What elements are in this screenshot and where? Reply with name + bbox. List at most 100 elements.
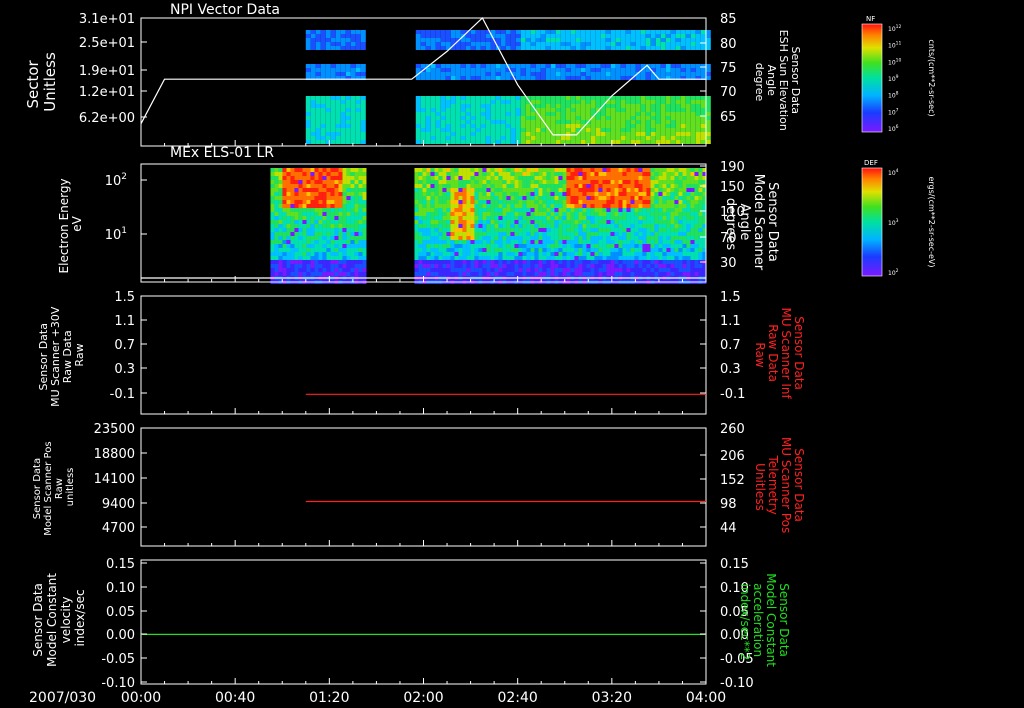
- spectrogram-cell: [610, 240, 615, 244]
- spectrogram-cell: [698, 168, 703, 172]
- spectrogram-cell: [298, 224, 303, 228]
- spectrogram-cell: [554, 200, 559, 204]
- spectrogram-cell: [650, 188, 655, 192]
- spectrogram-cell: [510, 248, 515, 252]
- right-tick-label: 80: [720, 37, 737, 52]
- spectrogram-cell: [298, 220, 303, 224]
- spectrogram-cell: [600, 72, 606, 76]
- spectrogram-cell: [605, 124, 611, 128]
- spectrogram-cell: [470, 244, 475, 248]
- spectrogram-cell: [674, 220, 679, 224]
- spectrogram-cell: [418, 224, 423, 228]
- spectrogram-cell: [545, 112, 551, 116]
- spectrogram-cell: [594, 192, 599, 196]
- spectrogram-cell: [570, 108, 576, 112]
- spectrogram-cell: [666, 172, 671, 176]
- spectrogram-cell: [682, 204, 687, 208]
- spectrogram-cell: [306, 244, 311, 248]
- spectrogram-cell: [590, 72, 596, 76]
- spectrogram-cell: [610, 116, 616, 120]
- spectrogram-cell: [522, 208, 527, 212]
- spectrogram-cell: [354, 256, 359, 260]
- spectrogram-cell: [322, 260, 327, 264]
- spectrogram-cell: [274, 264, 279, 268]
- spectrogram-cell: [330, 124, 336, 128]
- spectrogram-cell: [562, 228, 567, 232]
- spectrogram-cell: [270, 188, 275, 192]
- spectrogram-cell: [470, 192, 475, 196]
- spectrogram-cell: [360, 104, 366, 108]
- spectrogram-cell: [558, 188, 563, 192]
- spectrogram-cell: [454, 244, 459, 248]
- spectrogram-cell: [574, 272, 579, 276]
- spectrogram-cell: [474, 176, 479, 180]
- spectrogram-cell: [360, 132, 366, 136]
- colorbar-def-units: ergs/(cm**2-sr-sec-eV): [927, 176, 936, 267]
- spectrogram-cell: [466, 248, 471, 252]
- spectrogram-cell: [306, 204, 311, 208]
- spectrogram-cell: [342, 260, 347, 264]
- spectrogram-cell: [658, 200, 663, 204]
- spectrogram-cell: [282, 268, 287, 272]
- spectrogram-cell: [634, 204, 639, 208]
- spectrogram-cell: [274, 244, 279, 248]
- spectrogram-cell: [322, 204, 327, 208]
- spectrogram-cell: [306, 172, 311, 176]
- spectrogram-cell: [422, 212, 427, 216]
- spectrogram-cell: [546, 216, 551, 220]
- spectrogram-cell: [485, 136, 491, 140]
- spectrogram-cell: [458, 232, 463, 236]
- spectrogram-cell: [334, 232, 339, 236]
- spectrogram-cell: [442, 268, 447, 272]
- spectrogram-cell: [315, 38, 321, 42]
- spectrogram-cell: [650, 260, 655, 264]
- spectrogram-cell: [345, 140, 351, 144]
- spectrogram-cell: [634, 268, 639, 272]
- spectrogram-cell: [520, 64, 526, 68]
- spectrogram-cell: [585, 42, 591, 46]
- spectrogram-cell: [478, 216, 483, 220]
- spectrogram-cell: [494, 172, 499, 176]
- spectrogram-cell: [274, 220, 279, 224]
- spectrogram-cell: [560, 136, 566, 140]
- spectrogram-cell: [634, 216, 639, 220]
- spectrogram-cell: [310, 120, 316, 124]
- spectrogram-cell: [530, 128, 536, 132]
- spectrogram-cell: [622, 196, 627, 200]
- spectrogram-cell: [438, 220, 443, 224]
- spectrogram-cell: [610, 244, 615, 248]
- spectrogram-cell: [520, 38, 526, 42]
- spectrogram-cell: [615, 96, 621, 100]
- spectrogram-cell: [650, 34, 656, 38]
- spectrogram-cell: [682, 248, 687, 252]
- spectrogram-cell: [586, 272, 591, 276]
- spectrogram-cell: [642, 224, 647, 228]
- spectrogram-cell: [495, 76, 501, 80]
- spectrogram-cell: [606, 192, 611, 196]
- spectrogram-cell: [485, 72, 491, 76]
- spectrogram-cell: [522, 256, 527, 260]
- spectrogram-cell: [645, 120, 651, 124]
- spectrogram-cell: [650, 168, 655, 172]
- spectrogram-cell: [430, 264, 435, 268]
- spectrogram-cell: [600, 136, 606, 140]
- spectrogram-cell: [595, 116, 601, 120]
- spectrogram-cell: [538, 260, 543, 264]
- spectrogram-cell: [698, 192, 703, 196]
- spectrogram-cell: [350, 112, 356, 116]
- spectrogram-cell: [645, 108, 651, 112]
- spectrogram-cell: [674, 260, 679, 264]
- spectrogram-cell: [630, 108, 636, 112]
- spectrogram-cell: [480, 104, 486, 108]
- spectrogram-cell: [358, 228, 363, 232]
- spectrogram-cell: [655, 116, 661, 120]
- spectrogram-cell: [600, 124, 606, 128]
- spectrogram-cell: [458, 168, 463, 172]
- spectrogram-cell: [474, 240, 479, 244]
- spectrogram-cell: [566, 172, 571, 176]
- spectrogram-cell: [334, 228, 339, 232]
- spectrogram-cell: [518, 216, 523, 220]
- spectrogram-cell: [298, 240, 303, 244]
- spectrogram-cell: [315, 136, 321, 140]
- spectrogram-cell: [358, 212, 363, 216]
